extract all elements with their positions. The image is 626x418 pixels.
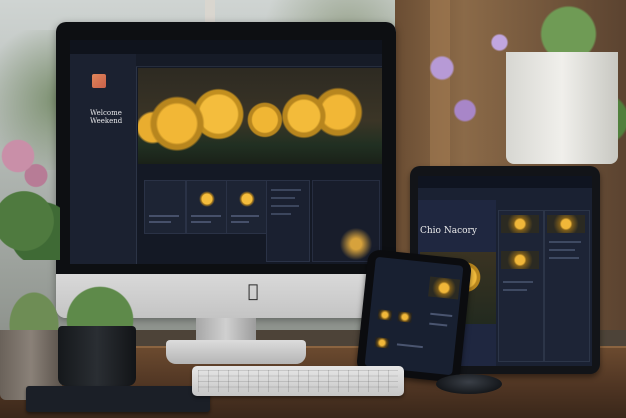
website-nav <box>136 54 382 67</box>
site-logo-icon[interactable] <box>92 74 106 88</box>
hero-image-yellow-flowers <box>138 68 382 164</box>
phone-thumbnail[interactable] <box>397 311 413 323</box>
white-plant-pot <box>506 52 618 164</box>
imac-screen: Welcome Weekend <box>70 40 382 264</box>
tablet-thumbnail[interactable] <box>547 215 585 233</box>
card-text-line <box>149 215 179 217</box>
website-top-bar <box>70 40 382 55</box>
phone-flower-image <box>428 276 461 300</box>
apple-logo-icon:  <box>244 282 262 302</box>
phone-text-line <box>429 322 448 327</box>
smartphone-device <box>355 248 473 384</box>
phone-text-line <box>430 312 453 317</box>
card-text-line <box>191 215 221 217</box>
content-card[interactable] <box>186 180 228 234</box>
tablet-top-bar <box>418 176 592 188</box>
panel-text-line <box>271 213 291 215</box>
desk-scene:  Welcome Weekend <box>0 0 626 418</box>
card-flower-image <box>239 191 255 207</box>
tablet-thumbnail[interactable] <box>501 215 539 233</box>
card-text-line <box>191 221 211 223</box>
phone-thumbnail[interactable] <box>374 337 390 349</box>
imac-stand-foot <box>166 340 306 364</box>
website-sidebar: Welcome Weekend <box>70 54 137 264</box>
tablet-text-line <box>549 257 579 259</box>
tablet-thumbnail[interactable] <box>501 251 539 269</box>
panel-text-line <box>271 189 301 191</box>
flowering-plant <box>0 130 60 260</box>
tablet-text-line <box>549 241 581 243</box>
mouse <box>436 374 502 394</box>
panel-text-line <box>271 205 299 207</box>
card-text-line <box>149 221 171 223</box>
keyboard-keys <box>198 370 398 392</box>
black-plant-pot <box>58 326 136 386</box>
phone-thumbnail[interactable] <box>377 309 393 321</box>
content-card[interactable] <box>226 180 268 234</box>
tablet-right-column <box>544 210 590 362</box>
tablet-text-line <box>503 289 527 291</box>
phone-screen <box>364 256 464 376</box>
panel-text-line <box>271 197 295 199</box>
tablet-page-title: Chio Nacory <box>420 226 477 236</box>
site-title: Welcome Weekend <box>90 109 123 125</box>
card-flower-image <box>199 191 215 207</box>
tablet-middle-column <box>498 210 544 362</box>
notebook <box>26 386 210 412</box>
content-card[interactable] <box>144 180 186 234</box>
phone-text-line <box>396 343 423 349</box>
tablet-text-line <box>503 281 533 283</box>
card-text-line <box>231 221 249 223</box>
side-panel <box>266 180 310 262</box>
card-text-line <box>231 215 259 217</box>
tablet-text-line <box>549 249 575 251</box>
